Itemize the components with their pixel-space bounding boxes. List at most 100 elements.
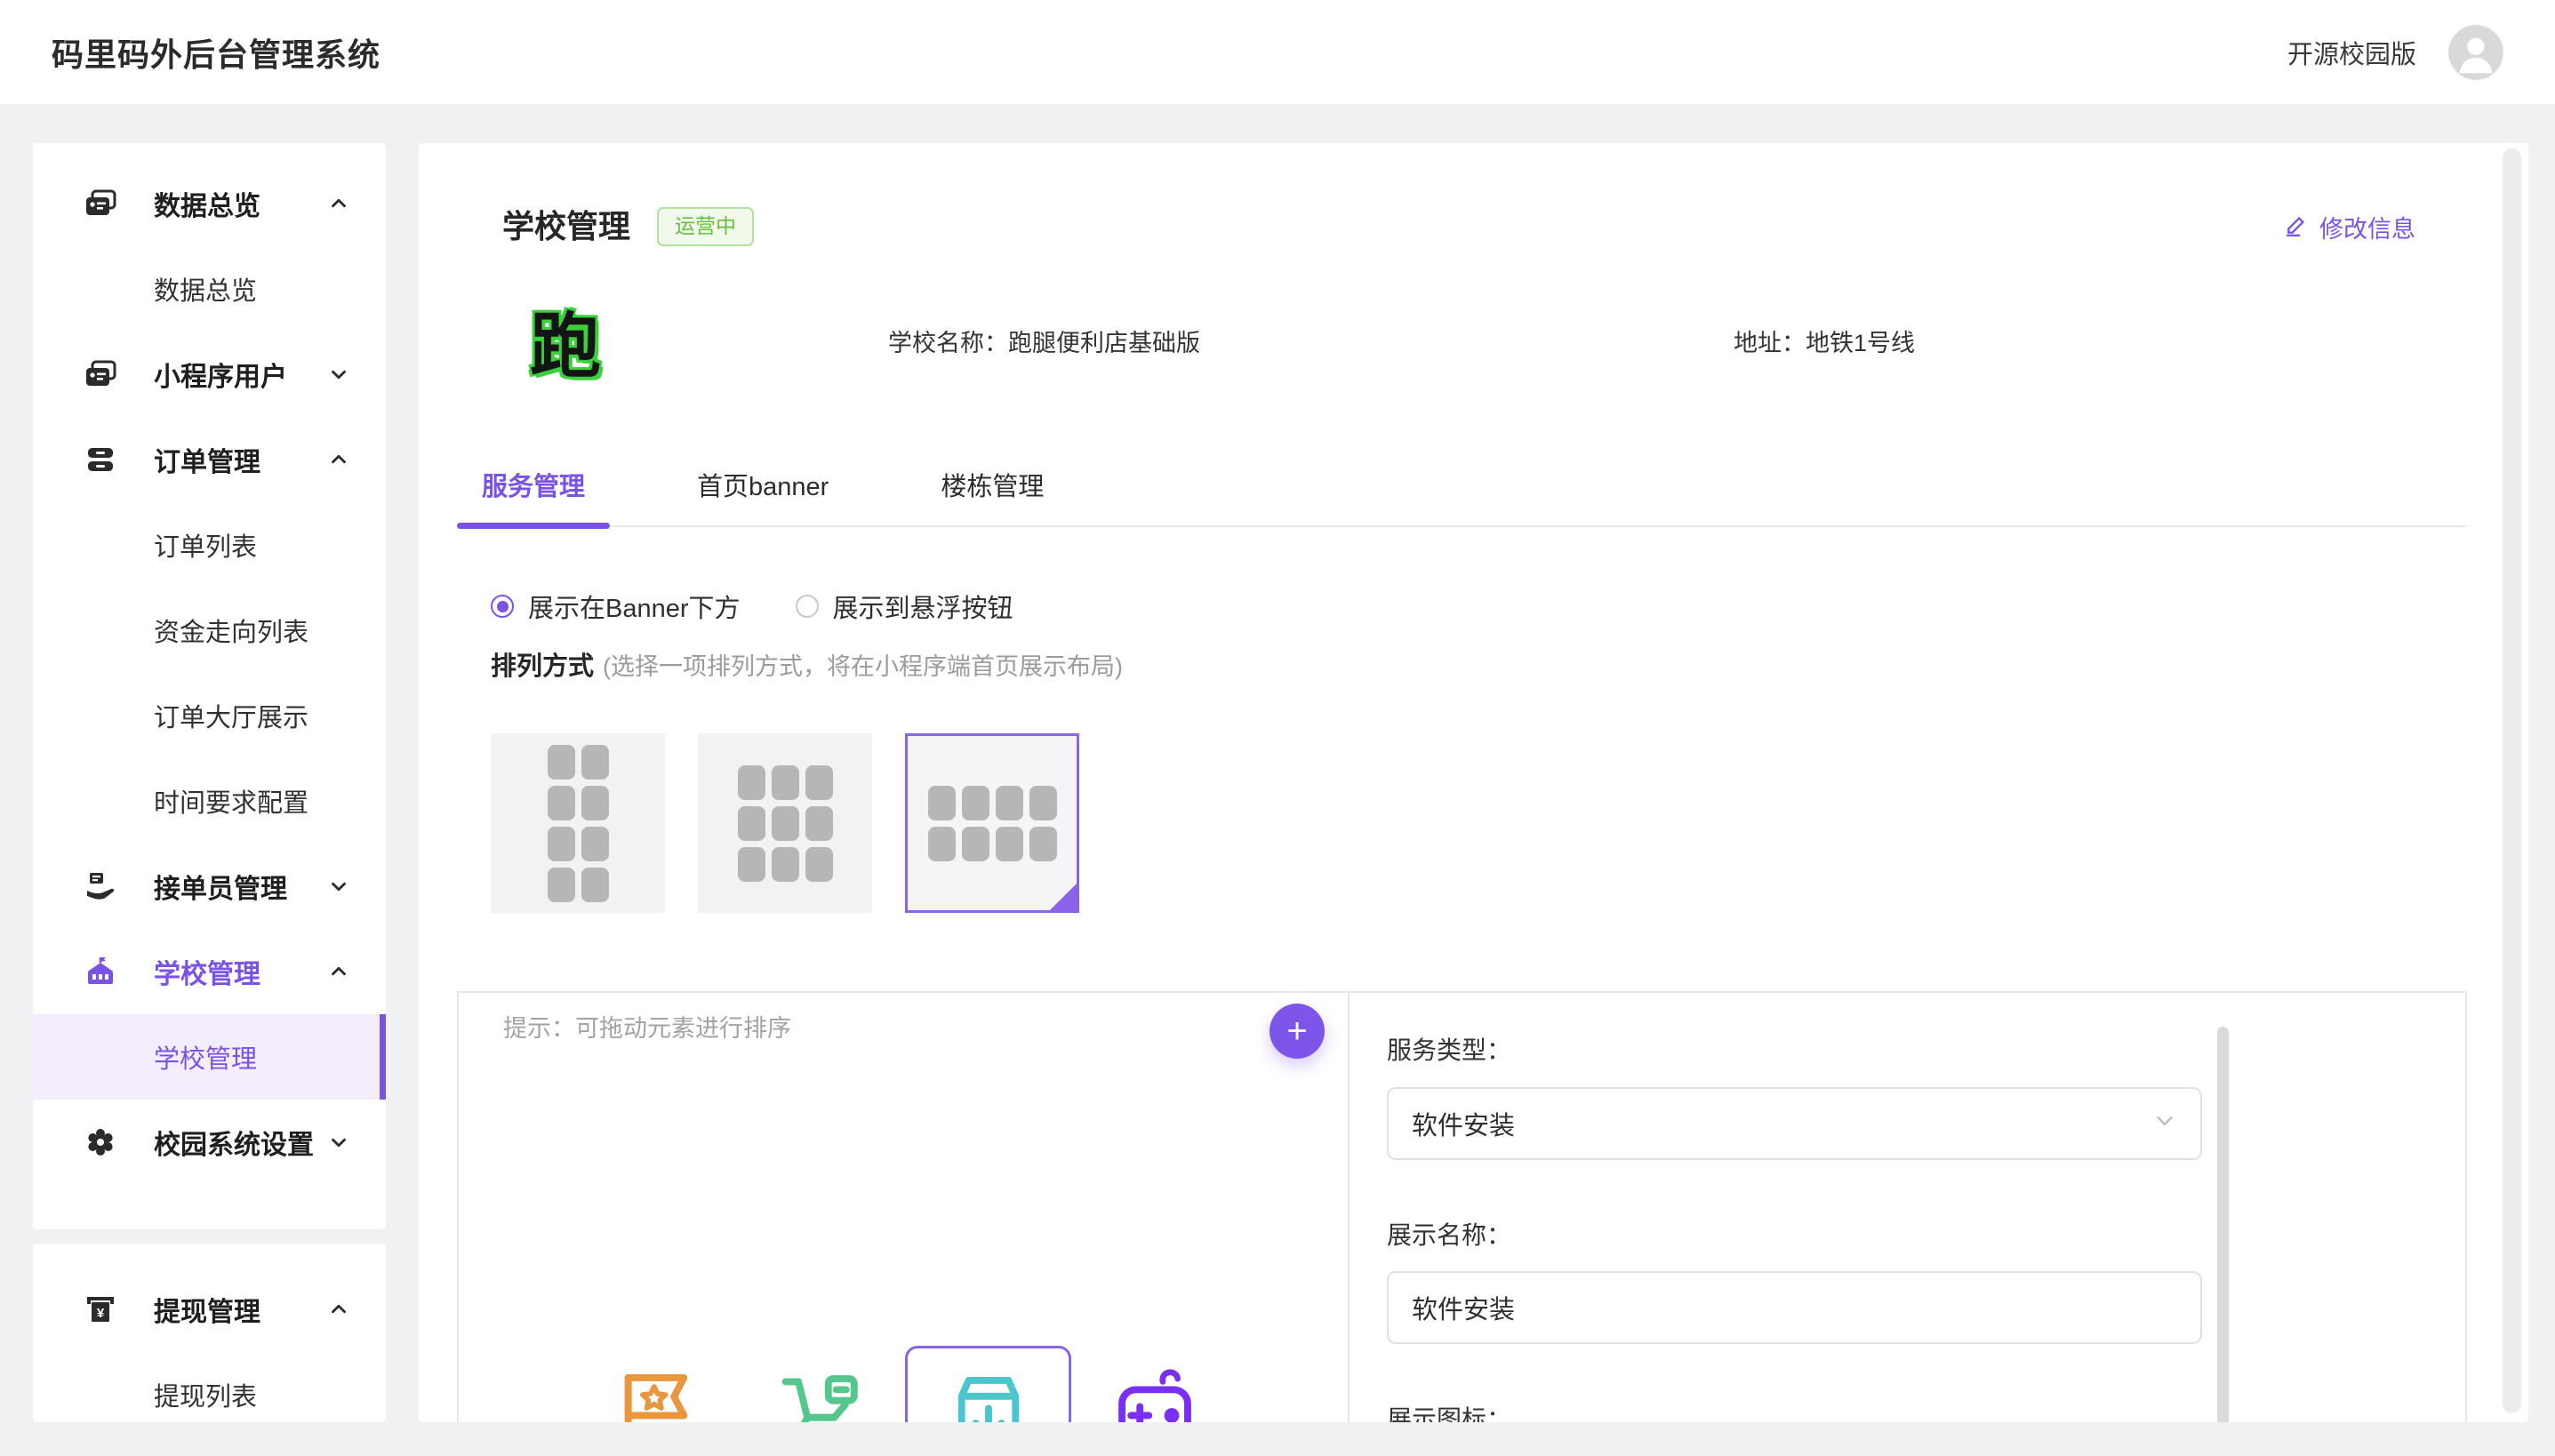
chevron-down-icon — [327, 875, 350, 898]
school-info-row: 跑 学校名称：跑腿便利店基础版 地址：地铁1号线 — [525, 300, 2528, 381]
drag-sort-pane: 提示：可拖动元素进行排序 + — [459, 993, 1350, 1422]
flag-icon — [606, 1362, 706, 1422]
status-badge: 运营中 — [657, 207, 754, 246]
layout-option-4x2[interactable] — [905, 733, 1079, 913]
school-logo: 跑 — [525, 300, 606, 381]
sidebar-item-label: 提现管理 — [154, 1290, 260, 1329]
sidebar-subitem-fund-flow[interactable]: 资金走向列表 — [33, 588, 386, 673]
sidebar-secondary: ¥ 提现管理 提现列表 — [33, 1244, 386, 1422]
display-name-label: 展示名称： — [1387, 1219, 2465, 1252]
arrangement-note: (选择一项排列方式，将在小程序端首页展示布局) — [603, 647, 1123, 682]
edition-label: 开源校园版 — [2287, 34, 2416, 71]
edit-info-link[interactable]: 修改信息 — [2284, 210, 2415, 244]
scooter-icon — [773, 1362, 872, 1422]
layout-grid-preview — [928, 786, 1057, 861]
sidebar-item-campus-settings[interactable]: 校园系统设置 — [33, 1100, 386, 1185]
service-item-gamepad[interactable] — [1071, 1346, 1237, 1422]
sidebar-item-label: 校园系统设置 — [154, 1123, 314, 1162]
service-type-label: 服务类型： — [1387, 1034, 2465, 1068]
chevron-up-icon — [327, 192, 350, 215]
main-content-card: 学校管理 运营中 修改信息 跑 学校名称：跑腿便利店基础版 地址：地铁1号线 服… — [419, 143, 2528, 1422]
sidebar-item-miniprogram-users[interactable]: 小程序用户 — [33, 332, 386, 417]
sidebar-subitem-school-management[interactable]: 学校管理 — [33, 1014, 386, 1100]
layout-options — [491, 733, 2528, 913]
school-address-value: 地铁1号线 — [1806, 330, 1915, 356]
sidebar-item-label: 接单员管理 — [154, 867, 287, 906]
arrangement-title: 排列方式 — [491, 645, 594, 683]
sidebar-item-label: 订单管理 — [154, 440, 260, 479]
display-name-input[interactable]: 软件安装 — [1387, 1271, 2202, 1344]
app-title: 码里码外后台管理系统 — [52, 29, 380, 76]
sidebar-subitem-withdrawal-list[interactable]: 提现列表 — [33, 1352, 386, 1422]
tab-bar: 服务管理 首页banner 楼栋管理 — [457, 456, 2467, 527]
school-address-field: 地址：地铁1号线 — [1734, 324, 1915, 358]
display-icon-label: 展示图标： — [1387, 1403, 2465, 1422]
form-pane-scrollbar[interactable] — [2217, 1027, 2229, 1422]
app-viewport: 码里码外后台管理系统 开源校园版 数据总览 数据总览 小程序用户 — [0, 0, 2555, 1456]
chevron-down-icon — [327, 1131, 350, 1154]
sidebar-item-data-overview[interactable]: 数据总览 — [33, 161, 386, 246]
school-management-icon — [84, 956, 116, 988]
service-item-flag[interactable] — [573, 1346, 739, 1422]
tab-home-banner[interactable]: 首页banner — [672, 456, 853, 525]
main-card-scrollbar[interactable] — [2503, 148, 2521, 1413]
radio-banner-below[interactable]: 展示在Banner下方 — [491, 588, 741, 625]
add-service-button[interactable]: + — [1269, 1004, 1325, 1059]
campus-settings-icon — [84, 1126, 116, 1158]
courier-management-icon — [84, 870, 116, 902]
page-title: 学校管理 — [502, 200, 630, 253]
sidebar-subitem-data-overview[interactable]: 数据总览 — [33, 246, 386, 332]
school-address-label: 地址： — [1734, 330, 1806, 356]
layout-option-2x4[interactable] — [491, 733, 665, 913]
sidebar-subitem-order-hall[interactable]: 订单大厅展示 — [33, 673, 386, 758]
chevron-up-icon — [327, 448, 350, 471]
radio-label: 展示在Banner下方 — [528, 588, 741, 625]
service-type-select[interactable]: 软件安装 — [1387, 1087, 2202, 1160]
data-overview-icon — [84, 188, 116, 220]
school-name-value: 跑腿便利店基础版 — [1008, 330, 1200, 356]
select-chevron-down-icon — [2152, 1108, 2177, 1140]
arrangement-title-row: 排列方式 (选择一项排列方式，将在小程序端首页展示布局) — [491, 646, 2528, 682]
withdrawal-management-icon: ¥ — [84, 1293, 116, 1325]
top-header: 码里码外后台管理系统 开源校园版 — [0, 0, 2555, 104]
order-management-icon — [84, 444, 116, 476]
tab-building-management[interactable]: 楼栋管理 — [916, 456, 1069, 525]
layout-option-3x3[interactable] — [698, 733, 872, 913]
service-type-value: 软件安装 — [1412, 1105, 1515, 1142]
school-name-field: 学校名称：跑腿便利店基础版 — [888, 324, 1200, 358]
service-item-package[interactable] — [905, 1346, 1071, 1422]
chevron-up-icon — [327, 960, 350, 983]
edit-pencil-icon — [2284, 211, 2311, 244]
page-head: 学校管理 运营中 修改信息 — [419, 143, 2528, 253]
sidebar-item-label: 学校管理 — [154, 952, 260, 991]
sidebar-item-courier-management[interactable]: 接单员管理 — [33, 844, 386, 929]
sidebar-subitem-time-config[interactable]: 时间要求配置 — [33, 758, 386, 844]
edit-info-label: 修改信息 — [2319, 210, 2415, 244]
display-position-options: 展示在Banner下方 展示到悬浮按钮 — [491, 591, 2528, 621]
sidebar-item-withdrawal-management[interactable]: ¥ 提现管理 — [33, 1267, 386, 1352]
service-icons-row — [573, 1346, 1237, 1422]
package-icon — [939, 1364, 1038, 1422]
radio-label: 展示到悬浮按钮 — [833, 588, 1013, 625]
chevron-up-icon — [327, 1298, 350, 1321]
svg-text:¥: ¥ — [97, 1306, 105, 1321]
sidebar-subitem-order-list[interactable]: 订单列表 — [33, 502, 386, 588]
school-name-label: 学校名称： — [888, 330, 1008, 356]
sidebar-main: 数据总览 数据总览 小程序用户 订单管理 订单列表 资金走向列表 订单大厅展示 … — [33, 143, 386, 1229]
service-item-scooter[interactable] — [739, 1346, 905, 1422]
user-avatar-icon[interactable] — [2448, 25, 2503, 80]
gamepad-icon — [1105, 1362, 1205, 1422]
radio-floating-button[interactable]: 展示到悬浮按钮 — [796, 588, 1013, 625]
service-form-pane: 服务类型： 软件安装 展示名称： 软件安装 展示图标： — [1350, 993, 2465, 1422]
display-name-value: 软件安装 — [1412, 1289, 1515, 1326]
miniprogram-users-icon — [84, 358, 116, 390]
service-sort-and-form: 提示：可拖动元素进行排序 + — [457, 991, 2467, 1422]
radio-circle-icon — [796, 595, 819, 618]
tab-service-management[interactable]: 服务管理 — [457, 456, 610, 525]
radio-circle-icon — [491, 595, 514, 618]
drag-hint: 提示：可拖动元素进行排序 — [503, 1009, 791, 1044]
sidebar-item-label: 数据总览 — [154, 184, 260, 223]
sidebar-item-school-management[interactable]: 学校管理 — [33, 929, 386, 1014]
sidebar-item-label: 小程序用户 — [154, 355, 287, 394]
sidebar-item-order-management[interactable]: 订单管理 — [33, 417, 386, 502]
